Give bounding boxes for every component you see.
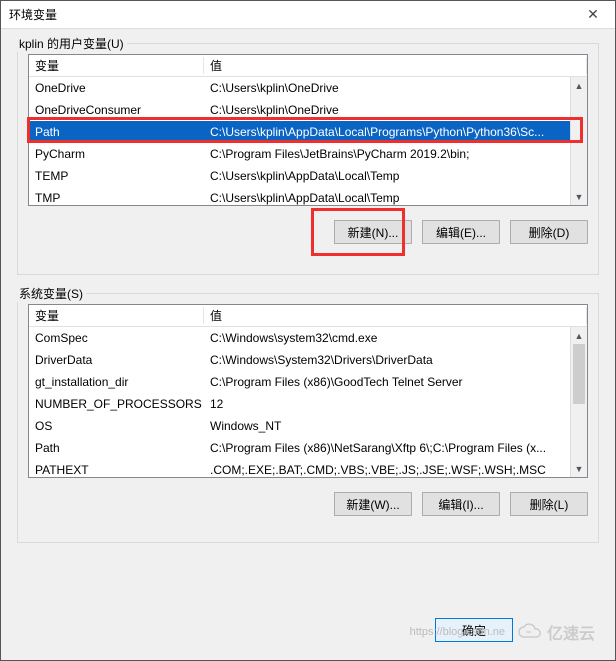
table-row[interactable]: PyCharmC:\Program Files\JetBrains\PyChar… xyxy=(29,143,587,165)
cell-variable: DriverData xyxy=(29,353,204,367)
table-row[interactable]: OneDriveC:\Users\kplin\OneDrive xyxy=(29,77,587,99)
window-title: 环境变量 xyxy=(9,6,571,23)
cell-value: C:\Windows\System32\Drivers\DriverData xyxy=(204,353,587,367)
cell-variable: PyCharm xyxy=(29,147,204,161)
cell-value: Windows_NT xyxy=(204,419,587,433)
col-header-value-sys[interactable]: 值 xyxy=(204,307,587,324)
sys-vars-list[interactable]: 变量 值 ComSpecC:\Windows\system32\cmd.exeD… xyxy=(28,304,588,478)
cell-variable: OneDrive xyxy=(29,81,204,95)
dialog-footer: 确定 xyxy=(1,614,615,660)
table-row[interactable]: TMPC:\Users\kplin\AppData\Local\Temp xyxy=(29,187,587,206)
sys-delete-button[interactable]: 删除(L) xyxy=(510,492,588,516)
user-vars-label: kplin 的用户变量(U) xyxy=(16,35,127,52)
table-row[interactable]: PathC:\Program Files (x86)\NetSarang\Xft… xyxy=(29,437,587,459)
user-btn-row: 新建(N)... 编辑(E)... 删除(D) xyxy=(28,220,588,244)
list-header-sys: 变量 值 xyxy=(29,305,587,327)
cell-value: C:\Users\kplin\OneDrive xyxy=(204,81,587,95)
cell-variable: OneDriveConsumer xyxy=(29,103,204,117)
table-row[interactable]: NUMBER_OF_PROCESSORS12 xyxy=(29,393,587,415)
list-header-user: 变量 值 xyxy=(29,55,587,77)
cell-value: C:\Users\kplin\AppData\Local\Temp xyxy=(204,191,587,205)
scroll-up-icon-sys[interactable]: ▲ xyxy=(571,327,587,344)
col-header-variable[interactable]: 变量 xyxy=(29,57,204,74)
cell-value: .COM;.EXE;.BAT;.CMD;.VBS;.VBE;.JS;.JSE;.… xyxy=(204,463,587,477)
ok-button[interactable]: 确定 xyxy=(435,618,513,642)
cell-value: C:\Program Files\JetBrains\PyCharm 2019.… xyxy=(204,147,587,161)
col-header-value[interactable]: 值 xyxy=(204,57,587,74)
sys-vars-label: 系统变量(S) xyxy=(16,285,86,302)
close-icon[interactable]: ✕ xyxy=(571,1,615,29)
table-row[interactable]: PathC:\Users\kplin\AppData\Local\Program… xyxy=(29,121,587,143)
user-delete-button[interactable]: 删除(D) xyxy=(510,220,588,244)
sys-vars-group: 系统变量(S) 变量 值 ComSpecC:\Windows\system32\… xyxy=(17,293,599,543)
scroll-down-icon[interactable]: ▼ xyxy=(571,188,587,205)
cell-variable: ComSpec xyxy=(29,331,204,345)
table-row[interactable]: TEMPC:\Users\kplin\AppData\Local\Temp xyxy=(29,165,587,187)
cell-variable: TMP xyxy=(29,191,204,205)
cell-variable: TEMP xyxy=(29,169,204,183)
cell-value: C:\Users\kplin\AppData\Local\Programs\Py… xyxy=(204,125,587,139)
cell-variable: NUMBER_OF_PROCESSORS xyxy=(29,397,204,411)
sys-btn-row: 新建(W)... 编辑(I)... 删除(L) xyxy=(28,492,588,516)
cell-variable: PATHEXT xyxy=(29,463,204,477)
scrollbar-user[interactable]: ▲ ▼ xyxy=(570,77,587,205)
cell-variable: gt_installation_dir xyxy=(29,375,204,389)
cell-value: C:\Program Files (x86)\NetSarang\Xftp 6\… xyxy=(204,441,587,455)
table-row[interactable]: gt_installation_dirC:\Program Files (x86… xyxy=(29,371,587,393)
cell-value: C:\Program Files (x86)\GoodTech Telnet S… xyxy=(204,375,587,389)
cell-variable: Path xyxy=(29,441,204,455)
table-row[interactable]: ComSpecC:\Windows\system32\cmd.exe xyxy=(29,327,587,349)
env-vars-dialog: 环境变量 ✕ kplin 的用户变量(U) 变量 值 OneDriveC:\Us… xyxy=(0,0,616,661)
cell-variable: Path xyxy=(29,125,204,139)
scroll-up-icon[interactable]: ▲ xyxy=(571,77,587,94)
table-row[interactable]: PATHEXT.COM;.EXE;.BAT;.CMD;.VBS;.VBE;.JS… xyxy=(29,459,587,478)
cell-value: C:\Windows\system32\cmd.exe xyxy=(204,331,587,345)
titlebar: 环境变量 ✕ xyxy=(1,1,615,29)
cell-value: C:\Users\kplin\OneDrive xyxy=(204,103,587,117)
table-row[interactable]: OneDriveConsumerC:\Users\kplin\OneDrive xyxy=(29,99,587,121)
sys-new-button[interactable]: 新建(W)... xyxy=(334,492,412,516)
scroll-down-icon-sys[interactable]: ▼ xyxy=(571,460,587,477)
table-row[interactable]: OSWindows_NT xyxy=(29,415,587,437)
user-edit-button[interactable]: 编辑(E)... xyxy=(422,220,500,244)
col-header-variable-sys[interactable]: 变量 xyxy=(29,307,204,324)
table-row[interactable]: DriverDataC:\Windows\System32\Drivers\Dr… xyxy=(29,349,587,371)
cell-variable: OS xyxy=(29,419,204,433)
content-area: kplin 的用户变量(U) 变量 值 OneDriveC:\Users\kpl… xyxy=(1,29,615,614)
cell-value: C:\Users\kplin\AppData\Local\Temp xyxy=(204,169,587,183)
user-vars-group: kplin 的用户变量(U) 变量 值 OneDriveC:\Users\kpl… xyxy=(17,43,599,275)
user-new-button[interactable]: 新建(N)... xyxy=(334,220,412,244)
cell-value: 12 xyxy=(204,397,587,411)
sys-edit-button[interactable]: 编辑(I)... xyxy=(422,492,500,516)
scroll-thumb-sys[interactable] xyxy=(573,344,585,404)
user-vars-list[interactable]: 变量 值 OneDriveC:\Users\kplin\OneDriveOneD… xyxy=(28,54,588,206)
scrollbar-sys[interactable]: ▲ ▼ xyxy=(570,327,587,477)
